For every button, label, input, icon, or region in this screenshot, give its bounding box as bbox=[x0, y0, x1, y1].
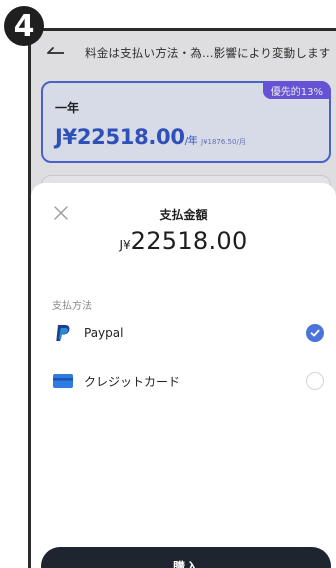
purchase-button[interactable]: 購入 bbox=[41, 547, 331, 568]
paypal-label: Paypal bbox=[84, 326, 124, 340]
amount-currency: J¥ bbox=[119, 238, 131, 252]
payment-amount: J¥22518.00 bbox=[31, 227, 336, 255]
credit-card-radio[interactable] bbox=[306, 372, 324, 390]
payment-method-label: 支払方法 bbox=[52, 301, 92, 312]
paypal-radio-selected[interactable] bbox=[306, 324, 324, 342]
amount-value: 22518.00 bbox=[130, 227, 248, 255]
paypal-icon bbox=[53, 323, 73, 343]
phone-screen: 料金は支払い方法・為…影響により変動します 優先的13% 一年 J¥22518.… bbox=[28, 28, 336, 568]
sheet-title: 支払金額 bbox=[159, 208, 208, 222]
credit-card-label: クレジットカード bbox=[84, 374, 181, 389]
payment-sheet: 支払金額 J¥22518.00 支払方法 Paypal クレジットカード 購入 bbox=[31, 183, 336, 568]
payment-option-paypal[interactable]: Paypal bbox=[31, 315, 336, 351]
step-number-badge: 4 bbox=[4, 6, 44, 46]
credit-card-icon bbox=[53, 371, 73, 391]
payment-option-credit-card[interactable]: クレジットカード bbox=[31, 363, 336, 399]
